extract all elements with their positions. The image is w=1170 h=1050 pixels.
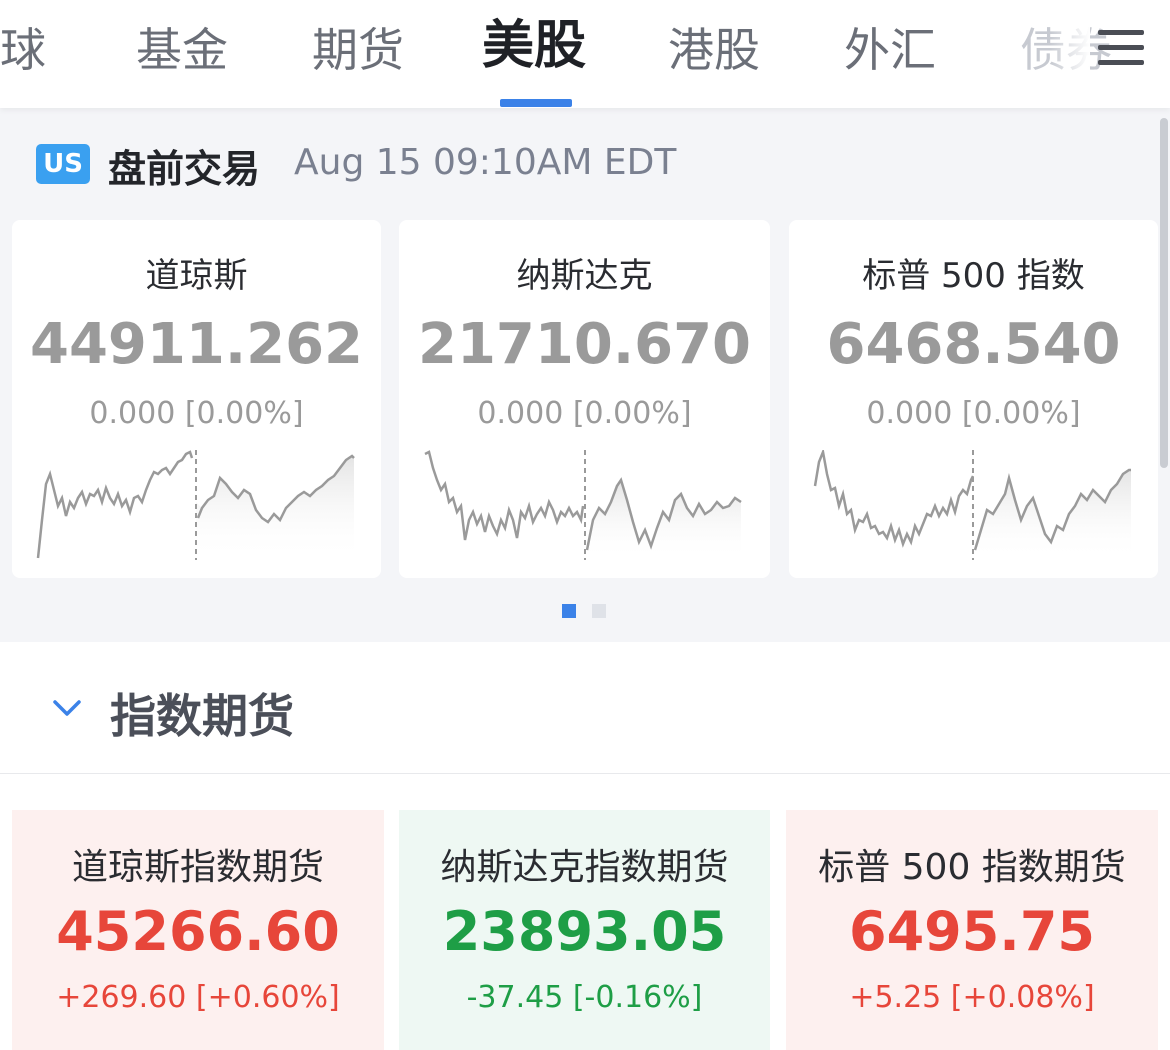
premarket-title: 盘前交易 <box>108 147 261 191</box>
index-change: 0.000 [0.00%] <box>477 396 692 431</box>
tab-fade-overlay <box>1050 0 1090 100</box>
futures-change: -37.45 [-0.16%] <box>466 980 703 1015</box>
premarket-timestamp: Aug 15 09:10AM EDT <box>294 142 677 183</box>
tab-forex[interactable]: 外汇 <box>844 18 936 82</box>
index-name: 道琼斯 <box>145 256 248 296</box>
index-change: 0.000 [0.00%] <box>89 396 304 431</box>
index-price: 44911.262 <box>30 312 363 377</box>
market-tab-bar: 环球 基金 期货 美股 港股 外汇 债券 <box>0 0 1170 108</box>
tab-funds[interactable]: 基金 <box>136 18 228 82</box>
premarket-panel: US 盘前交易 Aug 15 09:10AM EDT 道琼斯 44911.262… <box>0 108 1170 642</box>
futures-price: 23893.05 <box>442 900 727 963</box>
index-name: 纳斯达克 <box>516 256 653 296</box>
futures-name: 道琼斯指数期货 <box>71 847 324 888</box>
chevron-down-icon[interactable] <box>52 698 82 718</box>
futures-card-dow[interactable]: 道琼斯指数期货 45266.60 +269.60 [+0.60%] <box>12 810 384 1050</box>
page-dot-active[interactable] <box>562 604 576 618</box>
futures-price: 45266.60 <box>56 900 340 963</box>
index-name: 标普 500 指数 <box>862 256 1085 296</box>
page-dot-inactive[interactable] <box>592 604 606 618</box>
tab-global[interactable]: 环球 <box>0 18 46 82</box>
futures-card-sp500[interactable]: 标普 500 指数期货 6495.75 +5.25 [+0.08%] <box>786 810 1158 1050</box>
index-change: 0.000 [0.00%] <box>866 396 1081 431</box>
tab-hk-stocks[interactable]: 港股 <box>668 18 760 82</box>
sparkline-chart <box>813 450 1131 560</box>
section-title: 指数期货 <box>110 689 294 743</box>
futures-section-header[interactable]: 指数期货 <box>0 642 1170 774</box>
index-price: 6468.540 <box>826 312 1121 377</box>
index-card-sp500[interactable]: 标普 500 指数 6468.540 0.000 [0.00%] <box>789 220 1158 578</box>
index-card-nasdaq[interactable]: 纳斯达克 21710.670 0.000 [0.00%] <box>399 220 770 578</box>
futures-name: 纳斯达克指数期货 <box>440 847 729 888</box>
futures-change: +5.25 [+0.08%] <box>849 980 1095 1015</box>
sparkline-chart <box>424 450 742 560</box>
active-tab-indicator <box>500 99 572 107</box>
index-price: 21710.670 <box>418 312 751 377</box>
tab-futures[interactable]: 期货 <box>312 18 404 82</box>
futures-change: +269.60 [+0.60%] <box>56 980 340 1015</box>
index-card-dow[interactable]: 道琼斯 44911.262 0.000 [0.00%] <box>12 220 381 578</box>
scrollbar[interactable] <box>1160 118 1168 468</box>
hamburger-menu-icon[interactable] <box>1098 28 1144 68</box>
us-market-badge: US <box>36 144 90 184</box>
tab-us-stocks[interactable]: 美股 <box>482 14 586 78</box>
sparkline-chart <box>36 450 355 560</box>
futures-name: 标普 500 指数期货 <box>818 847 1126 888</box>
futures-price: 6495.75 <box>849 900 1095 963</box>
futures-card-nasdaq[interactable]: 纳斯达克指数期货 23893.05 -37.45 [-0.16%] <box>399 810 770 1050</box>
